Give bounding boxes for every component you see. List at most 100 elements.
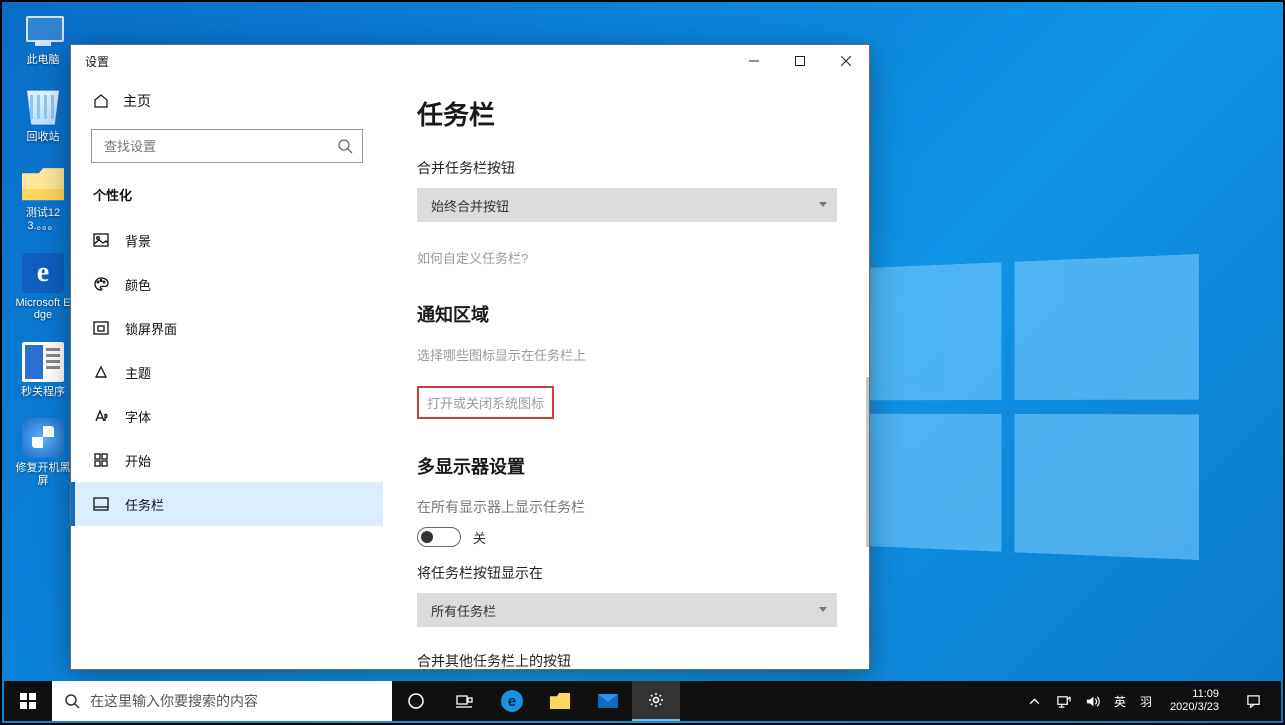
taskbar-edge[interactable] — [488, 681, 536, 721]
windows-icon — [20, 693, 36, 709]
taskbar-search[interactable]: 在这里输入你要搜索的内容 — [52, 681, 392, 721]
nav-label: 锁屏界面 — [125, 319, 177, 338]
cortana-icon — [407, 692, 425, 710]
search-icon — [337, 138, 353, 154]
pc-icon — [22, 10, 64, 50]
search-icon — [64, 693, 80, 709]
desktop-icon-fix-boot[interactable]: 修复开机黑屏 — [14, 418, 72, 487]
multi-monitor-title: 多显示器设置 — [417, 453, 835, 479]
desktop-icon-label: 回收站 — [14, 131, 72, 144]
desktop-icon-label: 测试123.。。。 — [14, 207, 72, 232]
desktop-icon-label: 秒关程序 — [14, 386, 72, 399]
edge-icon — [22, 253, 64, 293]
nav-fonts[interactable]: 字体 — [71, 394, 383, 438]
start-button[interactable] — [4, 681, 52, 721]
gear-icon — [647, 691, 665, 709]
system-tray: 英 羽 11:09 2020/3/23 — [1015, 681, 1281, 721]
toggle-off-label: 关 — [473, 528, 486, 547]
nav-label: 主题 — [125, 363, 151, 382]
home-button[interactable]: 主页 — [71, 77, 383, 127]
taskbar-explorer[interactable] — [536, 681, 584, 721]
folder-icon — [22, 163, 64, 203]
other-combine-label: 合并其他任务栏上的按钮 — [417, 651, 835, 669]
select-icons-link[interactable]: 选择哪些图标显示在任务栏上 — [417, 345, 586, 364]
notify-area-title: 通知区域 — [417, 301, 835, 327]
clock-time: 11:09 — [1170, 688, 1219, 701]
desktop-icon-edge[interactable]: Microsoft Edge — [14, 253, 72, 322]
nav-label: 字体 — [125, 407, 151, 426]
system-icons-link[interactable]: 打开或关闭系统图标 — [417, 386, 554, 419]
nav-label: 任务栏 — [125, 495, 164, 514]
desktop-icon-test-folder[interactable]: 测试123.。。。 — [14, 163, 72, 232]
clock-date: 2020/3/23 — [1170, 701, 1219, 714]
settings-window: 设置 主页 个性化 背景 — [70, 44, 870, 670]
nav-start[interactable]: 开始 — [71, 438, 383, 482]
tray-network[interactable] — [1052, 681, 1075, 721]
desktop-icon-kill-app[interactable]: 秒关程序 — [14, 342, 72, 399]
tray-volume[interactable] — [1081, 681, 1104, 721]
settings-search-input[interactable] — [91, 129, 363, 163]
home-icon — [93, 93, 109, 109]
font-icon — [93, 408, 109, 424]
btn-show-label: 将任务栏按钮显示在 — [417, 563, 835, 583]
taskbar-search-placeholder: 在这里输入你要搜索的内容 — [90, 691, 258, 711]
btn-show-value: 所有任务栏 — [431, 601, 496, 620]
edge-icon — [501, 690, 523, 712]
desktop-icon-label: 修复开机黑屏 — [14, 462, 72, 487]
customize-taskbar-link[interactable]: 如何自定义任务栏? — [417, 248, 528, 267]
tray-ime-mode[interactable]: 羽 — [1136, 681, 1156, 721]
window-title: 设置 — [85, 53, 109, 70]
repair-icon — [22, 418, 64, 458]
page-title: 任务栏 — [417, 95, 835, 132]
desktop-icon-this-pc[interactable]: 此电脑 — [14, 10, 72, 67]
taskbar-mail[interactable] — [584, 681, 632, 721]
taskbar-settings[interactable] — [632, 681, 680, 721]
maximize-button[interactable] — [777, 45, 823, 77]
task-view-button[interactable] — [440, 681, 488, 721]
multi-toggle-label: 在所有显示器上显示任务栏 — [417, 497, 835, 517]
desktop-icon-label: Microsoft Edge — [14, 297, 72, 322]
wallpaper-windows-logo — [836, 254, 1199, 560]
combine-select[interactable]: 始终合并按钮 — [417, 188, 837, 222]
settings-sidebar: 主页 个性化 背景 颜色 — [71, 77, 383, 669]
desktop: 此电脑 回收站 测试123.。。。 Microsoft Edge 秒关程序 修复… — [2, 2, 1283, 723]
start-icon — [93, 452, 109, 468]
multi-monitor-toggle[interactable] — [417, 527, 461, 547]
combine-label: 合并任务栏按钮 — [417, 158, 835, 178]
nav-background[interactable]: 背景 — [71, 218, 383, 262]
desktop-icon-recycle-bin[interactable]: 回收站 — [14, 87, 72, 144]
app-icon — [22, 342, 64, 382]
minimize-button[interactable] — [731, 45, 777, 77]
desktop-icon-label: 此电脑 — [14, 54, 72, 67]
nav-group-label: 个性化 — [71, 177, 383, 218]
taskbar: 在这里输入你要搜索的内容 英 羽 11:09 2020/3/23 — [4, 681, 1281, 721]
picture-icon — [93, 232, 109, 248]
settings-content: 任务栏 合并任务栏按钮 始终合并按钮 如何自定义任务栏? 通知区域 选择哪些图标… — [383, 77, 869, 669]
nav-label: 开始 — [125, 451, 151, 470]
settings-nav: 背景 颜色 锁屏界面 主题 — [71, 218, 383, 526]
scrollbar[interactable] — [866, 377, 869, 547]
titlebar[interactable]: 设置 — [71, 45, 869, 77]
tray-ime-lang[interactable]: 英 — [1110, 681, 1130, 721]
nav-label: 颜色 — [125, 275, 151, 294]
tray-overflow[interactable] — [1023, 681, 1046, 721]
desktop-icons: 此电脑 回收站 测试123.。。。 Microsoft Edge 秒关程序 修复… — [14, 10, 72, 508]
tray-clock[interactable]: 11:09 2020/3/23 — [1162, 688, 1227, 713]
mail-icon — [598, 694, 618, 708]
nav-colors[interactable]: 颜色 — [71, 262, 383, 306]
btn-show-select[interactable]: 所有任务栏 — [417, 593, 837, 627]
action-center-button[interactable] — [1233, 694, 1273, 709]
nav-label: 背景 — [125, 231, 151, 250]
theme-icon — [93, 364, 109, 380]
close-button[interactable] — [823, 45, 869, 77]
taskbar-nav-icon — [93, 496, 109, 512]
nav-taskbar[interactable]: 任务栏 — [71, 482, 383, 526]
combine-value: 始终合并按钮 — [431, 196, 509, 215]
nav-themes[interactable]: 主题 — [71, 350, 383, 394]
task-view-icon — [455, 692, 473, 710]
palette-icon — [93, 276, 109, 292]
cortana-button[interactable] — [392, 681, 440, 721]
recycle-bin-icon — [22, 87, 64, 127]
folder-icon — [550, 693, 570, 709]
nav-lockscreen[interactable]: 锁屏界面 — [71, 306, 383, 350]
